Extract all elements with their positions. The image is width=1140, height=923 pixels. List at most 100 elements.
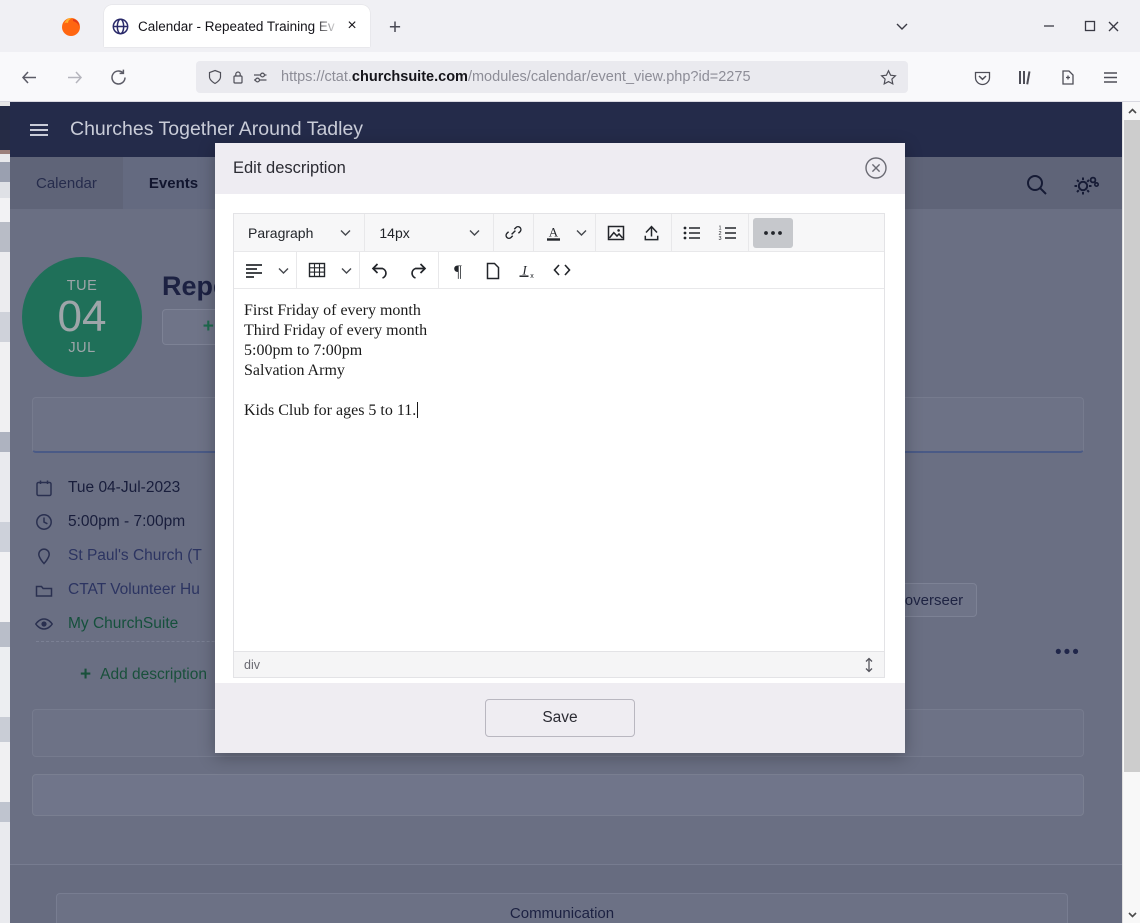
editor-line-with-caret: Kids Club for ages 5 to 11.	[244, 402, 419, 419]
align-dropdown[interactable]	[274, 255, 292, 285]
editor-line: Salvation Army	[244, 362, 345, 379]
insert-image-button[interactable]	[600, 218, 632, 248]
editor-status-bar: div	[234, 651, 884, 677]
paragraph-marks-button[interactable]: ¶	[443, 255, 473, 285]
modal-overlay: Edit description Paragraph 14px A 1 2 3 …	[10, 102, 1122, 923]
browser-tab[interactable]: Calendar - Repeated Training Ev ×	[104, 5, 370, 47]
undo-icon	[370, 261, 391, 279]
text-color-dropdown[interactable]	[573, 218, 591, 248]
scroll-up-icon[interactable]	[1123, 102, 1140, 120]
editor-toolbar-row-2: ¶ I x	[234, 252, 884, 289]
lock-icon[interactable]	[228, 68, 247, 87]
list-all-tabs-button[interactable]	[880, 8, 924, 44]
toolbar-group-more	[749, 214, 797, 251]
resize-vertical-icon[interactable]	[862, 656, 876, 674]
numbered-list-button[interactable]: 1 2 3	[712, 218, 744, 248]
url-bar[interactable]: https://ctat.churchsuite.com/modules/cal…	[196, 61, 908, 93]
svg-text:A: A	[549, 224, 559, 239]
dialog-footer: Save	[215, 683, 905, 753]
save-button[interactable]: Save	[485, 699, 635, 737]
page-scrollbar[interactable]	[1122, 102, 1140, 923]
text-color-icon: A	[544, 223, 563, 243]
ellipsis-icon	[762, 229, 784, 237]
new-tab-button[interactable]: +	[381, 14, 409, 40]
page-viewport: Churches Together Around Tadley Calendar…	[0, 102, 1140, 923]
align-button[interactable]	[238, 255, 270, 285]
upload-file-button[interactable]	[636, 218, 667, 248]
chevron-down-icon	[339, 226, 352, 239]
clear-format-icon: I x	[517, 261, 536, 280]
source-code-button[interactable]	[546, 255, 578, 285]
table-dropdown[interactable]	[337, 255, 355, 285]
align-left-icon	[244, 261, 264, 279]
scrollbar-thumb[interactable]	[1124, 120, 1140, 772]
link-icon	[504, 223, 523, 242]
chevron-down-icon	[575, 226, 588, 239]
scroll-down-icon[interactable]	[1123, 905, 1140, 923]
redo-icon	[407, 261, 428, 279]
toolbar-group-misc: ¶ I x	[439, 252, 582, 288]
table-icon	[307, 261, 327, 279]
paragraph-style-select[interactable]: Paragraph	[238, 218, 360, 248]
globe-icon	[112, 18, 129, 35]
library-icon[interactable]	[1009, 61, 1041, 93]
svg-text:I: I	[521, 262, 527, 277]
back-button[interactable]	[12, 60, 46, 94]
toolbar-group-media	[596, 214, 672, 251]
code-icon	[552, 262, 572, 278]
window-close-button[interactable]	[1091, 8, 1135, 44]
toolbar-group-table	[297, 252, 360, 288]
permissions-icon[interactable]	[251, 68, 270, 87]
toolbar-group-link	[494, 214, 534, 251]
dialog-title: Edit description	[233, 159, 346, 177]
pilcrow-icon: ¶	[450, 261, 466, 280]
editor-line: First Friday of every month	[244, 302, 421, 319]
element-path-label[interactable]: div	[244, 658, 260, 672]
background-window-sliver	[0, 102, 10, 923]
toolbar-group-fontsize: 14px	[365, 214, 494, 251]
chevron-down-icon	[277, 264, 290, 277]
tab-close-icon[interactable]: ×	[342, 16, 362, 36]
page-icon	[484, 261, 501, 280]
toolbar-group-lists: 1 2 3	[672, 214, 749, 251]
insert-link-button[interactable]	[498, 218, 529, 248]
shield-icon[interactable]	[205, 68, 224, 87]
text-caret	[417, 402, 419, 418]
undo-button[interactable]	[364, 255, 397, 285]
numbered-list-icon: 1 2 3	[718, 224, 738, 242]
bookmark-star-icon[interactable]	[877, 68, 899, 86]
close-circle-icon[interactable]	[864, 156, 888, 180]
editor-line: Third Friday of every month	[244, 322, 428, 339]
chevron-down-icon	[468, 226, 481, 239]
svg-text:x: x	[530, 273, 534, 280]
reload-button[interactable]	[101, 60, 135, 94]
url-text: https://ctat.churchsuite.com/modules/cal…	[281, 69, 751, 85]
text-color-button[interactable]: A	[538, 218, 569, 248]
editor-line: 5:00pm to 7:00pm	[244, 342, 363, 359]
minimize-button[interactable]	[1027, 8, 1071, 44]
bullet-list-button[interactable]	[676, 218, 708, 248]
toolbar-group-history	[360, 252, 439, 288]
redo-button[interactable]	[401, 255, 434, 285]
toolbar-group-align	[234, 252, 297, 288]
firefox-logo-icon	[60, 15, 82, 37]
editor-blank-line	[244, 381, 874, 401]
font-size-select[interactable]: 14px	[369, 218, 488, 248]
editor-toolbar-row-1: Paragraph 14px A 1 2 3	[234, 214, 884, 252]
image-icon	[606, 223, 626, 243]
browser-window: Calendar - Repeated Training Ev × + http…	[0, 0, 1140, 923]
pocket-icon[interactable]	[966, 61, 998, 93]
app-menu-icon[interactable]	[1094, 61, 1126, 93]
forward-button[interactable]	[57, 60, 91, 94]
page-break-button[interactable]	[477, 255, 507, 285]
tab-title: Calendar - Repeated Training Ev	[138, 18, 335, 34]
table-button[interactable]	[301, 255, 333, 285]
svg-text:3: 3	[718, 236, 721, 242]
tab-strip: Calendar - Repeated Training Ev × +	[0, 0, 1140, 52]
svg-text:¶: ¶	[454, 261, 462, 280]
more-options-button[interactable]	[752, 217, 793, 248]
clear-formatting-button[interactable]: I x	[511, 255, 542, 285]
rich-text-editor: Paragraph 14px A 1 2 3 ¶ I x First Frida…	[233, 213, 885, 678]
editor-content-area[interactable]: First Friday of every month Third Friday…	[234, 290, 884, 650]
account-icon[interactable]	[1051, 61, 1083, 93]
